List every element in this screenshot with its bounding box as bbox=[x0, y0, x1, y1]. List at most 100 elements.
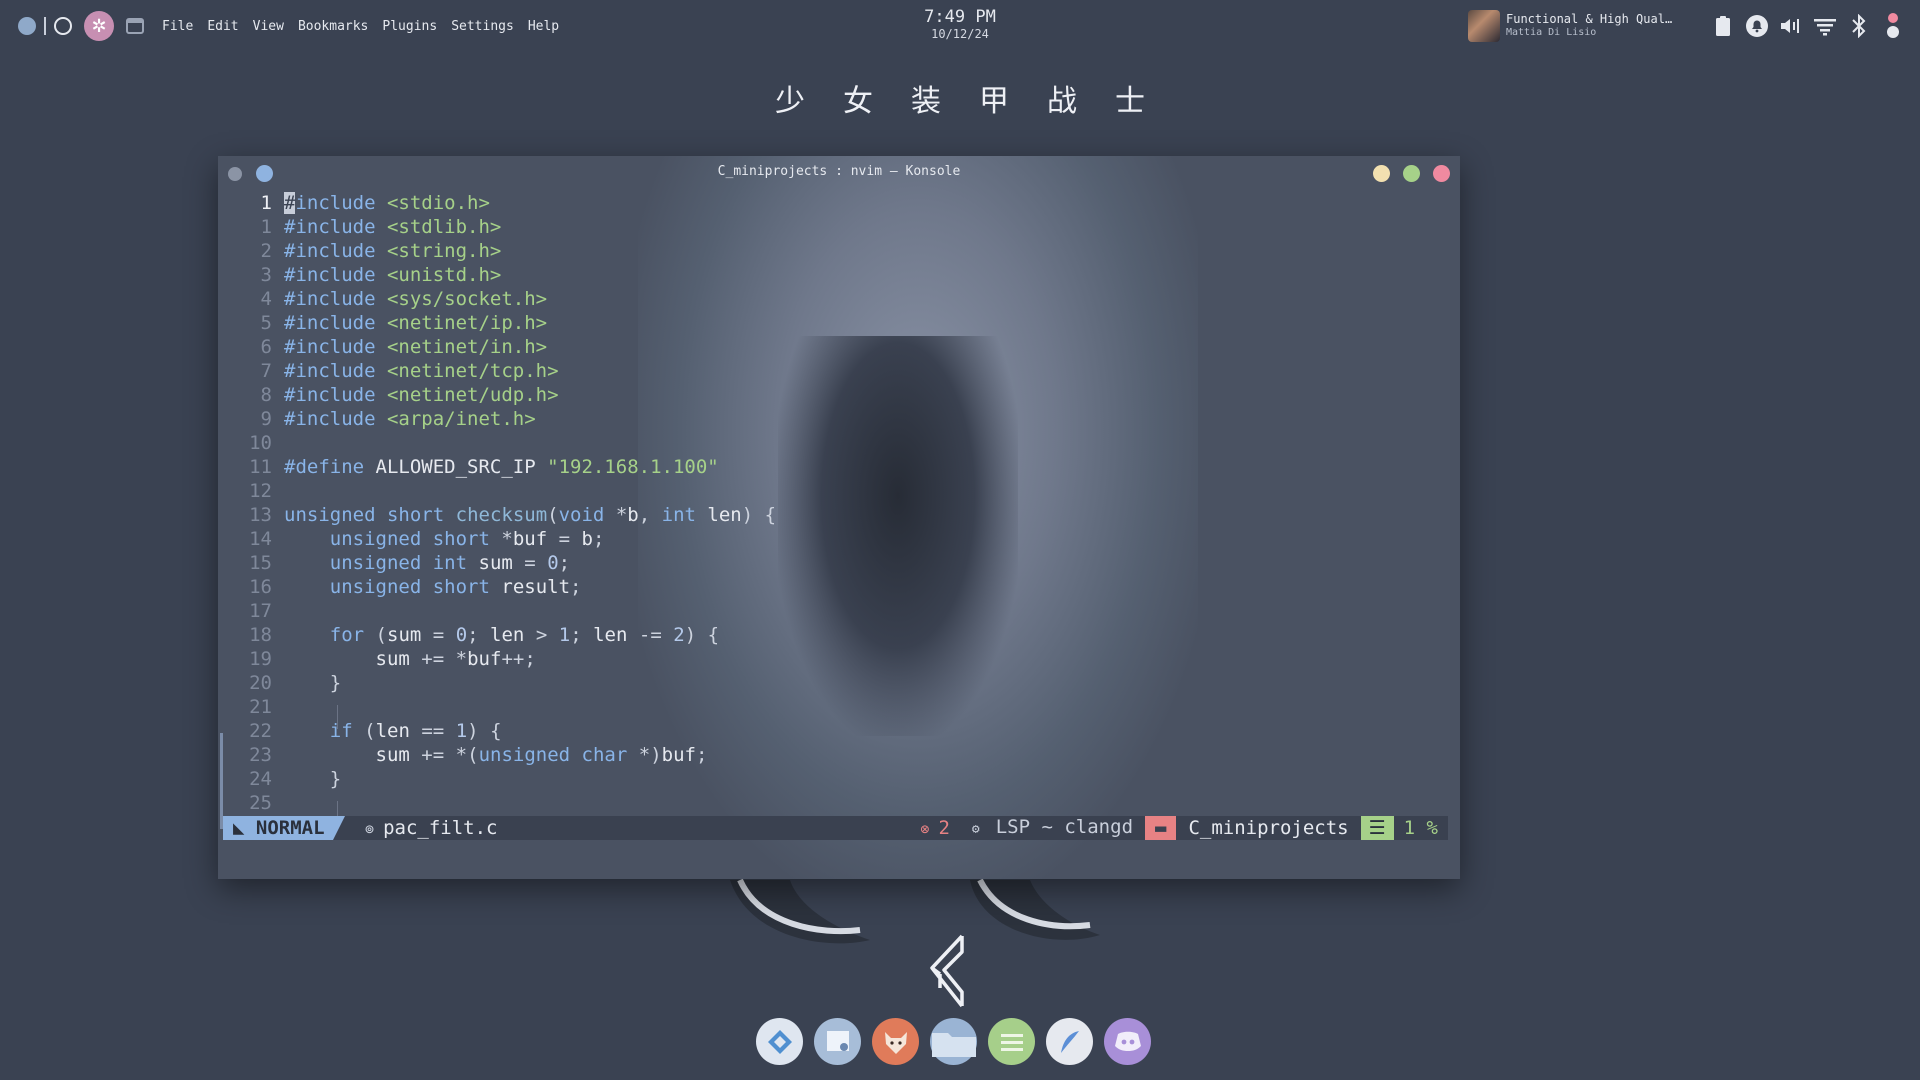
code-text: sum += *(unsigned char *)buf; bbox=[375, 744, 708, 766]
code-text: #include <sys/socket.h> bbox=[284, 288, 548, 310]
code-line[interactable]: 14 unsigned short *buf = b; bbox=[218, 527, 1460, 551]
code-line[interactable]: 23 sum += *(unsigned char *)buf; bbox=[218, 743, 1460, 767]
code-text: #include <arpa/inet.h> bbox=[284, 408, 536, 430]
code-line[interactable]: 21 bbox=[218, 695, 1460, 719]
mode-indicator: ◣ NORMAL bbox=[223, 816, 333, 840]
file-name[interactable]: ⊚ pac_filt.c bbox=[365, 816, 497, 841]
folder-icon: ▬ bbox=[1145, 816, 1177, 840]
lsp-icon: ⚙ bbox=[971, 821, 980, 837]
code-text: for (sum = 0; len > 1; len -= 2) { bbox=[329, 624, 720, 646]
vscodium-icon[interactable] bbox=[756, 1018, 803, 1065]
line-number: 11 bbox=[249, 456, 272, 478]
discord-icon[interactable] bbox=[1104, 1018, 1151, 1065]
media-title: Functional & High Qual… bbox=[1506, 12, 1673, 27]
code-line[interactable]: 25 bbox=[218, 791, 1460, 815]
line-number: 19 bbox=[249, 648, 272, 670]
line-number: 17 bbox=[249, 600, 272, 622]
code-text: unsigned short *buf = b; bbox=[329, 528, 605, 550]
line-number: 1 bbox=[260, 216, 272, 238]
code-line[interactable]: 2 #include <string.h> bbox=[218, 239, 1460, 263]
software-store-icon[interactable] bbox=[814, 1018, 861, 1065]
line-number: 6 bbox=[260, 336, 272, 358]
code-text: sum += *buf++; bbox=[375, 648, 536, 670]
line-number: 13 bbox=[249, 504, 272, 526]
code-text: if (len == 1) { bbox=[329, 720, 502, 742]
file-name-label: pac_filt.c bbox=[383, 817, 498, 839]
minimize-button[interactable] bbox=[1373, 165, 1390, 182]
titlebar[interactable]: C_miniprojects : nvim — Konsole bbox=[218, 156, 1460, 186]
code-line[interactable]: 6 #include <netinet/in.h> bbox=[218, 335, 1460, 359]
code-line[interactable]: 5 #include <netinet/ip.h> bbox=[218, 311, 1460, 335]
code-line[interactable]: 20 } bbox=[218, 671, 1460, 695]
code-line[interactable]: 19 sum += *buf++; bbox=[218, 647, 1460, 671]
code-line[interactable]: 22 if (len == 1) { bbox=[218, 719, 1460, 743]
maximize-button[interactable] bbox=[1403, 165, 1420, 182]
vim-icon: ◣ bbox=[233, 817, 256, 839]
close-button[interactable] bbox=[1433, 165, 1450, 182]
line-number: 1 bbox=[260, 192, 272, 214]
lsp-status[interactable]: ⚙ LSP ~ clangd bbox=[972, 815, 1133, 842]
network-icon[interactable] bbox=[1812, 13, 1838, 39]
code-line[interactable]: 17 bbox=[218, 599, 1460, 623]
code-text: #include <netinet/tcp.h> bbox=[284, 360, 559, 382]
konsole-window[interactable]: C_miniprojects : nvim — Konsole 1 #includ… bbox=[218, 156, 1460, 879]
album-art[interactable] bbox=[1468, 10, 1500, 42]
media-artist: Mattia Di Lisio bbox=[1506, 27, 1597, 39]
code-line[interactable]: 9 #include <arpa/inet.h> bbox=[218, 407, 1460, 431]
power-icon[interactable] bbox=[1880, 13, 1906, 39]
code-line[interactable]: 16 unsigned short result; bbox=[218, 575, 1460, 599]
code-text: #include <string.h> bbox=[284, 240, 502, 262]
code-line[interactable]: 1 #include <stdio.h> bbox=[218, 191, 1460, 215]
code-text: #define ALLOWED_SRC_IP "192.168.1.100" bbox=[284, 456, 719, 478]
code-line[interactable]: 4 #include <sys/socket.h> bbox=[218, 287, 1460, 311]
code-line[interactable]: 18 for (sum = 0; len > 1; len -= 2) { bbox=[218, 623, 1460, 647]
position-icon: ☰ bbox=[1360, 816, 1394, 840]
line-number: 22 bbox=[249, 720, 272, 742]
statusline-right: ⊗ 2 ⚙ LSP ~ clangd ▬ C_miniprojects ☰ 1 % bbox=[920, 816, 1448, 840]
editor[interactable]: 1 #include <stdio.h> 1 #include <stdlib.h> 2… bbox=[218, 191, 1460, 829]
code-line[interactable]: 1 #include <stdlib.h> bbox=[218, 215, 1460, 239]
notifications-icon[interactable] bbox=[1744, 13, 1770, 39]
notes-icon[interactable] bbox=[988, 1018, 1035, 1065]
code-text: #include <netinet/udp.h> bbox=[284, 384, 559, 406]
line-number: 20 bbox=[249, 672, 272, 694]
quill-icon[interactable] bbox=[1046, 1018, 1093, 1065]
code-text: #include <stdio.h> bbox=[284, 192, 490, 214]
line-number: 8 bbox=[260, 384, 272, 406]
files-icon[interactable] bbox=[930, 1018, 977, 1065]
code-line[interactable]: 11 #define ALLOWED_SRC_IP "192.168.1.100" bbox=[218, 455, 1460, 479]
project-name: C_miniprojects bbox=[1188, 817, 1349, 839]
line-number: 7 bbox=[260, 360, 272, 382]
line-number: 2 bbox=[260, 240, 272, 262]
code-line[interactable]: 12 bbox=[218, 479, 1460, 503]
bluetooth-icon[interactable] bbox=[1846, 13, 1872, 39]
system-tray: Functional & High Qual… Mattia Di Lisio bbox=[1468, 8, 1906, 44]
code-text: unsigned short checksum(void *b, int len… bbox=[284, 504, 777, 526]
code-line[interactable]: 7 #include <netinet/tcp.h> bbox=[218, 359, 1460, 383]
error-count: 2 bbox=[938, 816, 950, 839]
code-line[interactable]: 10 bbox=[218, 431, 1460, 455]
code-text: unsigned short result; bbox=[329, 576, 582, 598]
firefox-icon[interactable] bbox=[872, 1018, 919, 1065]
line-number: 25 bbox=[249, 792, 272, 814]
line-number: 18 bbox=[249, 624, 272, 646]
line-number: 9 bbox=[260, 408, 272, 430]
code-text: #include <netinet/ip.h> bbox=[284, 312, 548, 334]
line-number: 21 bbox=[249, 696, 272, 718]
code-line[interactable]: 8 #include <netinet/udp.h> bbox=[218, 383, 1460, 407]
line-number: 15 bbox=[249, 552, 272, 574]
code-line[interactable]: 24 } bbox=[218, 767, 1460, 791]
lsp-label: LSP ~ clangd bbox=[995, 815, 1134, 838]
media-player[interactable]: Functional & High Qual… Mattia Di Lisio bbox=[1506, 12, 1686, 39]
code-text: #include <stdlib.h> bbox=[284, 216, 502, 238]
code-text: } bbox=[329, 672, 342, 694]
clipboard-icon[interactable] bbox=[1710, 13, 1736, 39]
code-line[interactable]: 13 unsigned short checksum(void *b, int l… bbox=[218, 503, 1460, 527]
volume-icon[interactable] bbox=[1778, 13, 1804, 39]
diagnostics-errors[interactable]: ⊗ 2 bbox=[920, 816, 950, 841]
line-number: 14 bbox=[249, 528, 272, 550]
code-line[interactable]: 3 #include <unistd.h> bbox=[218, 263, 1460, 287]
line-number: 3 bbox=[260, 264, 272, 286]
code-line[interactable]: 15 unsigned int sum = 0; bbox=[218, 551, 1460, 575]
line-number: 12 bbox=[249, 480, 272, 502]
